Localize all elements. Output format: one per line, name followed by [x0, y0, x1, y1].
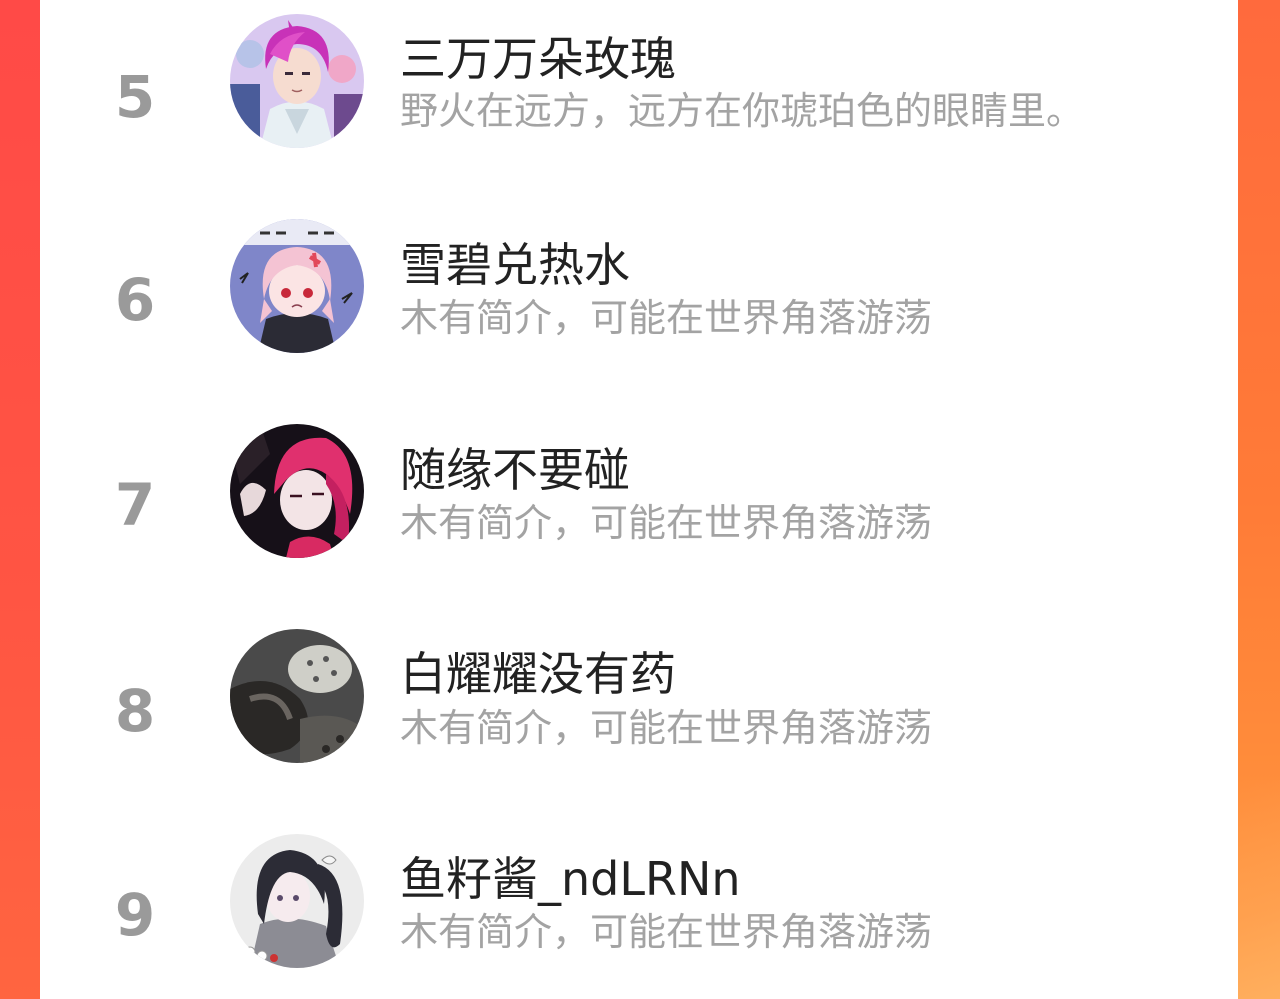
- user-bio: 木有简介，可能在世界角落游荡: [400, 501, 933, 545]
- background-left-edge: [0, 0, 40, 999]
- ranking-list-item[interactable]: 7 随缘不要碰 木有简介，可能在世界角落游荡: [40, 410, 1238, 615]
- user-bio: 野火在远方，远方在你琥珀色的眼睛里。: [400, 89, 1085, 133]
- ranking-list-item[interactable]: 8 白耀耀没有药 木有简介，可能在世界角落游荡: [40, 615, 1238, 820]
- username[interactable]: 雪碧兑热水: [400, 242, 630, 288]
- rank-number: 6: [114, 266, 156, 334]
- rank-number: 7: [114, 471, 156, 539]
- user-bio: 木有简介，可能在世界角落游荡: [400, 706, 933, 750]
- snow-leopard-avatar[interactable]: [230, 629, 364, 763]
- username[interactable]: 随缘不要碰: [400, 447, 630, 493]
- background-right-edge: [1238, 0, 1280, 999]
- anime-girl-dark-hair-avatar[interactable]: [230, 834, 364, 968]
- anime-red-hair-avatar[interactable]: [230, 424, 364, 558]
- ranking-list-item[interactable]: 5 三万万朵玫瑰 野火在远方，远方在你琥珀色的眼睛里。: [40, 0, 1238, 205]
- anime-boy-purple-hair-avatar[interactable]: [230, 14, 364, 148]
- rank-number: 5: [114, 63, 156, 131]
- anime-girl-pink-hair-avatar[interactable]: [230, 219, 364, 353]
- user-bio: 木有简介，可能在世界角落游荡: [400, 910, 933, 954]
- rank-number: 9: [114, 881, 156, 949]
- ranking-list-item[interactable]: 6 雪碧兑热水 木有简介，可能在世界角落游荡: [40, 205, 1238, 410]
- username[interactable]: 鱼籽酱_ndLRNn: [400, 856, 741, 902]
- rank-number: 8: [114, 677, 156, 745]
- ranking-list-card: 5 三万万朵玫瑰 野火在远方，远方在你琥珀色的眼睛里。 6 雪碧兑热水 木有简介…: [40, 0, 1238, 999]
- user-bio: 木有简介，可能在世界角落游荡: [400, 296, 933, 340]
- ranking-list-item[interactable]: 9 鱼籽酱_ndLRNn 木有简介，可能在世界角落游荡: [40, 820, 1238, 999]
- username[interactable]: 白耀耀没有药: [400, 651, 676, 697]
- username[interactable]: 三万万朵玫瑰: [400, 36, 676, 82]
